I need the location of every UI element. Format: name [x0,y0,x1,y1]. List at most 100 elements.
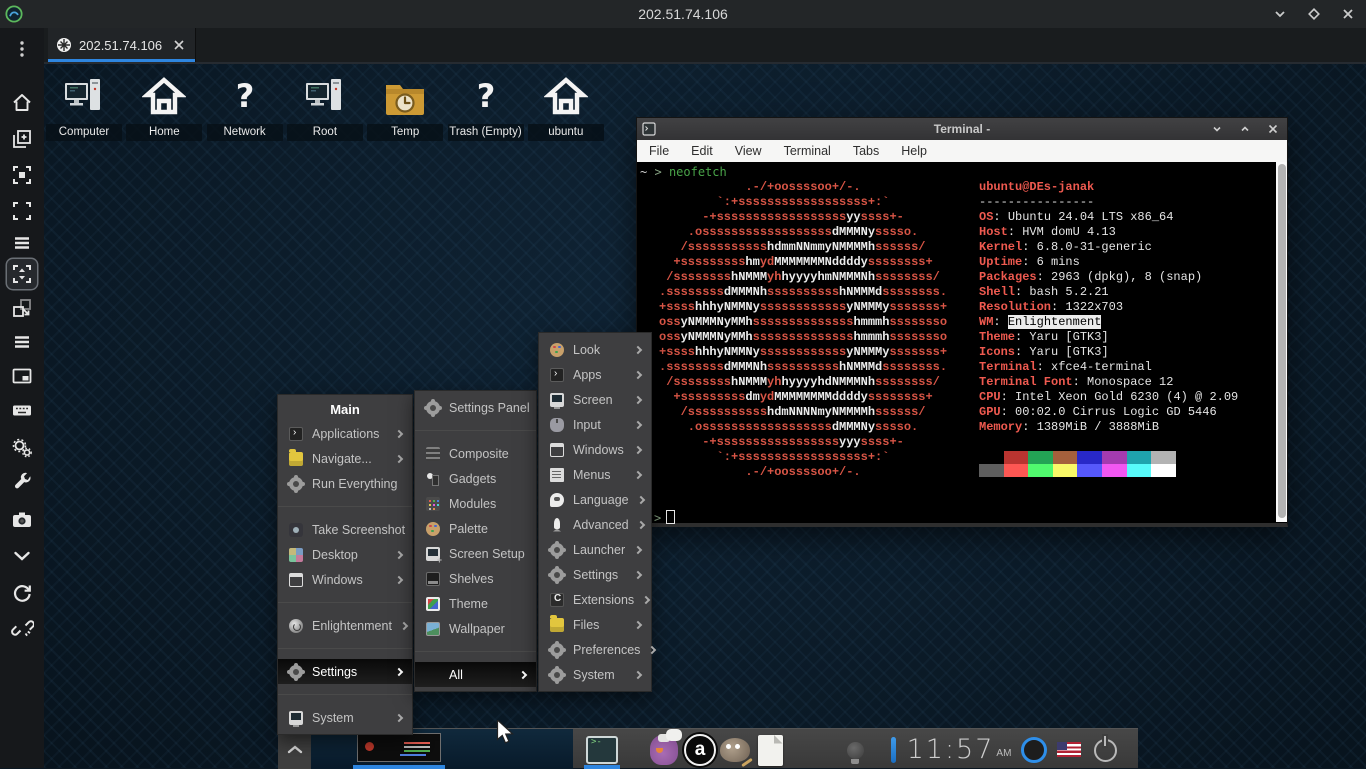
capture-region-icon[interactable] [7,160,37,190]
all-menu-item-language[interactable]: Language [539,487,651,512]
refresh-icon[interactable] [7,577,37,607]
keyboard-icon[interactable] [7,395,37,425]
disconnect-link-icon[interactable] [7,613,37,643]
desktop-icon-temp[interactable]: Temp [365,72,445,150]
settings-menu-item-composite[interactable]: Composite [415,441,536,466]
main-menu-item-settings[interactable]: Settings [278,659,412,684]
settings-menu-item-all[interactable]: All [415,662,536,687]
power-gadget[interactable] [1092,737,1118,763]
taskbar-terminal-preview[interactable] [353,729,445,769]
settings-menu-item-theme[interactable]: Theme [415,591,536,616]
settings-menu-item-settings-panel[interactable]: Settings Panel [415,395,536,420]
settings-menu-item-screen-setup[interactable]: Screen Setup [415,541,536,566]
remote-desktop[interactable]: ComputerHome?NetworkRootTemp?Trash (Empt… [44,62,1366,768]
settings-submenu: Settings Panel CompositeGadgetsModulesPal… [414,390,537,692]
picture-in-picture-icon[interactable] [7,361,37,391]
desktop-icon-ubuntu[interactable]: ubuntu [526,72,606,150]
backlight-gadget[interactable] [844,738,866,762]
chevron-down-icon[interactable] [1272,6,1288,22]
fullscreen-icon[interactable] [7,196,37,226]
terminal-window[interactable]: Terminal - FileEditViewTerminalTabsHelp … [636,117,1288,527]
all-menu-item-windows[interactable]: Windows [539,437,651,462]
gimp-launcher[interactable] [717,731,753,769]
menu-alt-icon[interactable] [7,327,37,357]
all-menu-item-screen[interactable]: Screen [539,387,651,412]
scale-fit-icon[interactable] [7,259,37,289]
submenu-arrow-icon [634,545,642,553]
new-connection-icon[interactable] [7,124,37,154]
collapse-chevron-down-icon[interactable] [7,541,37,571]
all-menu-item-apps[interactable]: Apps [539,362,651,387]
temperature-gadget[interactable] [888,736,898,763]
main-menu-item-windows[interactable]: Windows [278,567,412,592]
desktop-icon-home[interactable]: Home [124,72,204,150]
menu-icon[interactable] [7,228,37,258]
maximize-diamond-icon[interactable] [1306,6,1322,22]
settings-menu-item-modules[interactable]: Modules [415,491,536,516]
screenshot-camera-icon[interactable] [7,505,37,535]
composite-icon [426,447,440,461]
palette-swatch [1077,451,1102,464]
all-menu-item-extensions[interactable]: Extensions [539,587,651,612]
main-menu-item-applications[interactable]: Applications [278,421,412,446]
desktop-icon-root[interactable]: Root [285,72,365,150]
terminal-maximize-chevron-up-icon[interactable] [1239,123,1251,135]
terminal-scrollbar-thumb[interactable] [1278,164,1286,518]
preferences-gears-icon[interactable] [7,433,37,463]
terminal-titlebar[interactable]: Terminal - [637,118,1287,140]
terminal-menu-view[interactable]: View [735,144,762,158]
main-menu-item-enlightenment[interactable]: Enlightenment [278,613,412,638]
all-submenu: Look AppsScreenInputWindowsMenusLanguageA… [538,332,652,692]
desktop-icon-network[interactable]: ?Network [205,72,285,150]
kebab-menu-icon[interactable] [7,34,37,64]
shelf-autoscroll-button[interactable] [278,729,311,769]
main-menu-item-navigate-[interactable]: Navigate... [278,446,412,471]
viewer-titlebar: 202.51.74.106 [0,0,1366,28]
terminal-menu-edit[interactable]: Edit [691,144,713,158]
all-menu-item-system[interactable]: System [539,662,651,687]
main-menu-item-desktop[interactable]: Desktop [278,542,412,567]
settings-menu-item-shelves[interactable]: Shelves [415,566,536,591]
main-menu-item-take-screenshot[interactable]: Take Screenshot [278,517,412,542]
desktop-icon-computer[interactable]: Computer [44,72,124,150]
all-menu-item-settings[interactable]: Settings [539,562,651,587]
libreoffice-launcher[interactable] [752,731,788,769]
all-menu-item-menus[interactable]: Menus [539,462,651,487]
resize-icon[interactable] [7,293,37,323]
pager-gadget[interactable] [1020,736,1047,763]
lightbulb-icon [847,742,864,759]
connection-tab[interactable]: 202.51.74.106 [48,28,196,62]
terminal-launcher[interactable] [584,731,620,769]
all-menu-item-files[interactable]: Files [539,612,651,637]
tools-wrench-icon[interactable] [7,467,37,497]
main-menu-item-run-everything[interactable]: Run Everything [278,471,412,496]
desktop-icon-trash-empty-[interactable]: ?Trash (Empty) [446,72,526,150]
close-icon[interactable] [1340,6,1356,22]
pidgin-launcher[interactable] [646,731,682,769]
a-app-launcher[interactable]: a [682,731,718,769]
settings-menu-item-gadgets[interactable]: Gadgets [415,466,536,491]
terminal-close-icon[interactable] [1267,123,1279,135]
all-menu-item-launcher[interactable]: Launcher [539,537,651,562]
all-menu-item-preferences[interactable]: Preferences [539,637,651,662]
terminal-menu-tabs[interactable]: Tabs [853,144,879,158]
terminal-scrollbar[interactable] [1276,162,1287,522]
settings-menu-item-wallpaper[interactable]: Wallpaper [415,616,536,641]
all-menu-item-look[interactable]: Look [539,337,651,362]
terminal-menu-file[interactable]: File [649,144,669,158]
keyboard-layout-gadget[interactable] [1057,742,1081,757]
terminal-shade-chevron-down-icon[interactable] [1211,123,1223,135]
settings-menu-item-palette[interactable]: Palette [415,516,536,541]
terminal-menu-help[interactable]: Help [901,144,927,158]
home-icon[interactable] [7,88,37,118]
main-menu-item-system[interactable]: System [278,705,412,730]
terminal-menu-terminal[interactable]: Terminal [784,144,831,158]
tab-close-icon[interactable] [173,39,185,51]
clock-gadget[interactable]: 11:57 AM [902,729,1016,769]
all-menu-item-input[interactable]: Input [539,412,651,437]
all-menu-item-advanced[interactable]: Advanced [539,512,651,537]
menu-item-label: Look [573,343,600,357]
terminal-content[interactable]: ~ > neofetch .-/+oossssoo+/-. `:+sssssss… [637,162,1287,522]
menu-separator [278,694,412,695]
app-logo-icon [5,5,23,23]
